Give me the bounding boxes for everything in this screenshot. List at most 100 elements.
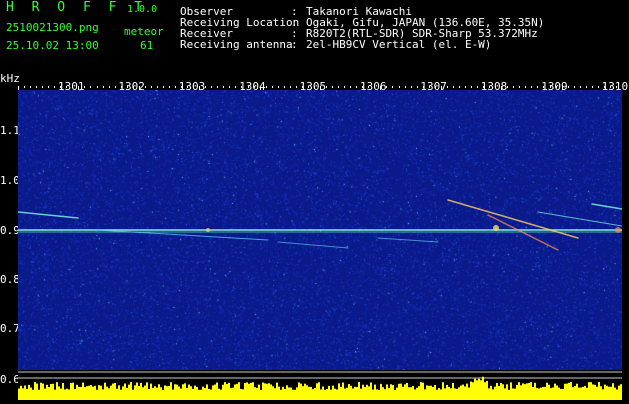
- spectrum-bar: [536, 387, 538, 400]
- spectrum-bar: [124, 383, 126, 400]
- x-tickmark: [229, 86, 231, 88]
- x-tickmark: [30, 86, 32, 88]
- spectrum-bar: [516, 384, 518, 400]
- spectrum-bar: [278, 386, 280, 400]
- x-tickmark: [549, 86, 551, 88]
- spectrum-bar: [386, 384, 388, 400]
- spectrum-bar: [74, 388, 76, 400]
- spectrum-bar: [30, 387, 32, 400]
- spectrum-bar: [50, 383, 52, 400]
- spectrum-bar: [524, 384, 526, 400]
- spectrum-bar: [178, 386, 180, 400]
- antenna-label: Receiving antenna: [180, 38, 293, 51]
- spectrum-bar: [244, 382, 246, 400]
- spectrum-bar: [538, 388, 540, 400]
- spectrum-bar: [556, 385, 558, 400]
- spectrum-bar: [426, 385, 428, 400]
- spectrum-bar: [586, 387, 588, 400]
- x-tickmark: [585, 86, 587, 88]
- spectrum-bar: [544, 386, 546, 400]
- x-tickmark: [410, 86, 412, 88]
- spectrum-bar: [372, 389, 374, 400]
- spectrum-bar: [358, 382, 360, 400]
- x-tickmark: [591, 86, 593, 88]
- spectrum-bar: [158, 384, 160, 400]
- spectrum-bar: [376, 389, 378, 400]
- spectrum-bar: [390, 384, 392, 400]
- spectrum-bar: [24, 385, 26, 400]
- spectrum-bar: [456, 388, 458, 400]
- spectrum-bar: [270, 384, 272, 400]
- spectrum-bar: [348, 384, 350, 400]
- spectrum-bar: [82, 382, 84, 400]
- x-tickmark: [567, 86, 569, 88]
- spectrum-bar: [392, 385, 394, 400]
- spectrum-bar: [68, 389, 70, 400]
- spectrum-bar: [134, 385, 136, 400]
- x-tickmark: [326, 86, 328, 88]
- spectrum-bar: [26, 388, 28, 400]
- spectrum-bar: [572, 387, 574, 400]
- spectrum-bar: [164, 385, 166, 400]
- spectrum-bar: [64, 389, 66, 400]
- spectrum-bar: [574, 386, 576, 400]
- spectrum-bar: [436, 389, 438, 400]
- spectrum-bar: [106, 386, 108, 400]
- spectrum-bar: [324, 389, 326, 400]
- x-tickmark: [120, 86, 122, 88]
- spectrum-bar: [126, 387, 128, 400]
- x-tickmark: [374, 86, 376, 88]
- x-tickmark: [555, 86, 557, 88]
- spectrum-bar: [166, 386, 168, 400]
- spectrum-bar: [494, 386, 496, 400]
- spectrum-bar: [192, 388, 194, 400]
- spectrum-bar: [90, 385, 92, 400]
- spectrum-bar: [32, 389, 34, 400]
- x-tickmark: [416, 86, 418, 88]
- spectrum-bar: [342, 382, 344, 400]
- spectrum-bar: [92, 386, 94, 400]
- spectrum-bar: [294, 389, 296, 400]
- spectrum-bar: [186, 387, 188, 400]
- spectrum-bar: [272, 386, 274, 400]
- spectrum-bar: [42, 383, 44, 400]
- spectrum-bar: [558, 387, 560, 400]
- timestamp-label: 25.10.02 13:00: [6, 39, 99, 52]
- spectrum-bar: [218, 388, 220, 400]
- x-tickmark: [519, 86, 521, 88]
- spectrum-bar: [354, 386, 356, 400]
- x-tickmark: [477, 86, 479, 88]
- x-tickmark: [90, 86, 92, 88]
- spectrum-bar: [592, 384, 594, 400]
- spectrum-bar: [62, 382, 64, 400]
- spectrum-bar: [410, 387, 412, 400]
- spectrum-bar: [490, 385, 492, 400]
- spectrum-bar: [414, 389, 416, 400]
- y-tick-label: 1.0: [0, 174, 20, 187]
- spectrum-bar: [86, 386, 88, 400]
- spectrogram[interactable]: [18, 90, 622, 370]
- app-version: 1.0.0: [127, 4, 158, 15]
- x-tickmark: [114, 86, 116, 88]
- spectrum-bar: [446, 384, 448, 400]
- spectrum-bar: [498, 386, 500, 400]
- spectrum-bar: [584, 385, 586, 400]
- spectrum-bar: [402, 386, 404, 400]
- spectrum-bar: [314, 387, 316, 400]
- x-tickmark: [84, 86, 86, 88]
- x-tickmark: [295, 86, 297, 88]
- spectrum-bar: [484, 382, 486, 400]
- spectrum-bar: [502, 384, 504, 400]
- spectrum-bar: [230, 388, 232, 400]
- spectrum-bar: [304, 383, 306, 400]
- x-tickmark: [108, 86, 110, 88]
- spectrum-bar: [382, 387, 384, 400]
- spectrum-bar: [540, 387, 542, 400]
- spectrum-bar: [224, 382, 226, 400]
- spectrum-bar: [246, 382, 248, 400]
- spectrum-bar: [610, 386, 612, 400]
- spectrum-bar: [578, 387, 580, 400]
- spectrum-bar: [154, 386, 156, 400]
- spectrum-bar: [366, 384, 368, 400]
- x-tickmark: [573, 86, 575, 88]
